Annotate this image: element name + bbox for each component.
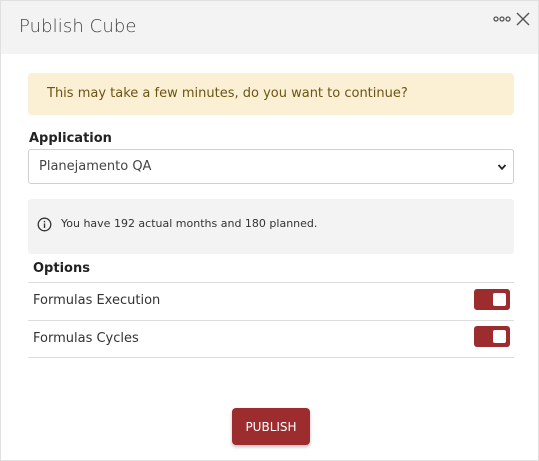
alert-message: This may take a few minutes, do you want…: [47, 86, 408, 101]
divider: [28, 282, 514, 283]
info-icon: [37, 217, 52, 232]
option-label-formulas-execution: Formulas Execution: [33, 293, 161, 308]
application-selected-value: Planejamento QA: [39, 159, 152, 174]
dialog-title: Publish Cube: [19, 16, 137, 37]
formulas-execution-toggle[interactable]: [474, 289, 510, 310]
application-label: Application: [29, 131, 112, 146]
warning-alert: This may take a few minutes, do you want…: [28, 73, 514, 115]
toggle-knob: [493, 293, 506, 306]
dialog-header: Publish Cube: [1, 1, 538, 54]
info-message: You have 192 actual months and 180 plann…: [61, 217, 318, 230]
application-select[interactable]: Planejamento QA: [28, 149, 514, 184]
more-horizontal-icon[interactable]: [493, 13, 511, 25]
info-box: You have 192 actual months and 180 plann…: [28, 199, 514, 254]
formulas-cycles-toggle[interactable]: [474, 326, 510, 347]
chevron-down-icon: [497, 164, 507, 171]
publish-button[interactable]: PUBLISH: [232, 408, 310, 445]
option-label-formulas-cycles: Formulas Cycles: [33, 331, 139, 346]
options-label: Options: [33, 261, 90, 276]
close-icon[interactable]: [516, 12, 530, 26]
divider: [28, 320, 514, 321]
divider: [28, 357, 514, 358]
publish-cube-dialog: Publish Cube This may take a few minutes…: [0, 0, 539, 461]
toggle-knob: [493, 330, 506, 343]
